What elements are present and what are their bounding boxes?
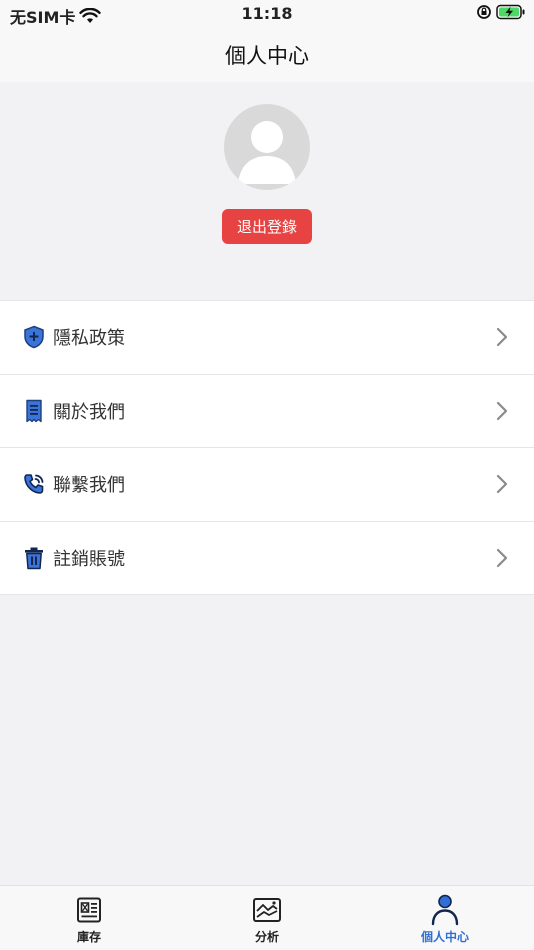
menu-item-delete-account[interactable]: 註銷賬號 [0,521,534,595]
tab-inventory[interactable]: 庫存 [0,886,178,950]
menu-item-privacy-policy[interactable]: 隱私政策 [0,301,534,375]
tab-analysis[interactable]: 分析 [178,886,356,950]
trash-icon [22,546,46,570]
profile-section: 退出登錄 [0,82,534,300]
tab-bar: 庫存 分析 個人中心 [0,885,534,950]
logout-button[interactable]: 退出登錄 [222,209,312,244]
orientation-lock-icon [477,5,491,19]
chevron-right-icon [496,548,508,567]
menu-item-label: 聯繫我們 [53,475,125,497]
tab-label: 個人中心 [420,930,469,944]
user-icon [429,894,461,926]
chevron-right-icon [496,475,508,494]
menu-item-label: 隱私政策 [53,328,125,350]
settings-menu: 隱私政策 關於我們 聯繫我們 註銷賬號 [0,300,534,595]
menu-item-label: 註銷賬號 [53,548,125,570]
battery-charging-icon [496,4,525,20]
receipt-icon [22,399,46,423]
menu-item-about-us[interactable]: 關於我們 [0,374,534,448]
menu-item-label: 關於我們 [53,401,125,423]
status-bar: 无SIM卡 11:18 [0,0,534,28]
tab-label: 庫存 [76,930,101,944]
status-indicators [476,4,526,20]
inventory-icon [73,894,105,926]
avatar[interactable] [224,104,310,190]
chevron-right-icon [496,328,508,347]
navigation-bar: 個人中心 [0,28,534,82]
tab-label: 分析 [254,930,279,944]
chart-image-icon [251,894,283,926]
shield-plus-icon [22,325,46,349]
phone-call-icon [22,472,46,496]
chevron-right-icon [496,401,508,420]
tab-profile[interactable]: 個人中心 [356,886,534,950]
page-title: 個人中心 [225,44,309,68]
menu-item-contact-us[interactable]: 聯繫我們 [0,448,534,522]
default-avatar-icon [238,121,296,184]
status-time: 11:18 [241,4,293,23]
